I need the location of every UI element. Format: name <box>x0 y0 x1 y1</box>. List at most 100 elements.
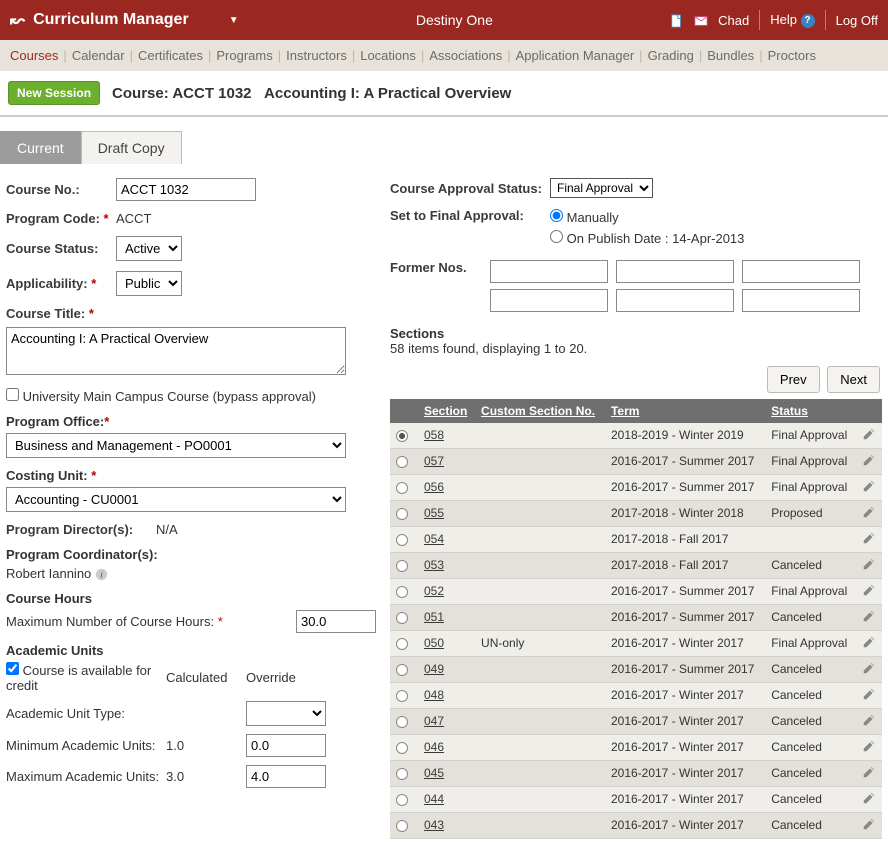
mail-icon[interactable] <box>694 12 708 28</box>
nav-programs[interactable]: Programs <box>216 48 272 63</box>
max-au-override-input[interactable] <box>246 765 326 788</box>
section-link[interactable]: 049 <box>424 662 444 676</box>
row-select-radio[interactable] <box>396 586 408 598</box>
edit-icon[interactable] <box>862 638 876 652</box>
nav-certificates[interactable]: Certificates <box>138 48 203 63</box>
row-select-radio[interactable] <box>396 560 408 572</box>
edit-icon[interactable] <box>862 690 876 704</box>
col-section[interactable]: Section <box>418 399 475 423</box>
former-no-input-3[interactable] <box>742 260 860 283</box>
set-final-manually-radio[interactable] <box>550 209 563 222</box>
au-type-select[interactable] <box>246 701 326 726</box>
row-select-radio[interactable] <box>396 794 408 806</box>
user-name[interactable]: Chad <box>718 13 749 28</box>
row-select-radio[interactable] <box>396 482 408 494</box>
edit-icon[interactable] <box>862 482 876 496</box>
nav-bundles[interactable]: Bundles <box>707 48 754 63</box>
edit-icon[interactable] <box>862 508 876 522</box>
edit-icon[interactable] <box>862 534 876 548</box>
former-no-input-6[interactable] <box>742 289 860 312</box>
former-no-input-5[interactable] <box>616 289 734 312</box>
nav-instructors[interactable]: Instructors <box>286 48 347 63</box>
nav-associations[interactable]: Associations <box>429 48 502 63</box>
costing-unit-select[interactable]: Accounting - CU0001 <box>6 487 346 512</box>
edit-icon[interactable] <box>862 586 876 600</box>
edit-icon[interactable] <box>862 768 876 782</box>
row-select-radio[interactable] <box>396 690 408 702</box>
section-link[interactable]: 045 <box>424 766 444 780</box>
section-link[interactable]: 057 <box>424 454 444 468</box>
row-select-radio[interactable] <box>396 612 408 624</box>
term-cell: 2017-2018 - Winter 2018 <box>605 500 765 526</box>
credit-available-checkbox[interactable] <box>6 662 19 675</box>
applicability-select[interactable]: Public <box>116 271 182 296</box>
section-link[interactable]: 056 <box>424 480 444 494</box>
section-link[interactable]: 054 <box>424 532 444 546</box>
max-hours-input[interactable] <box>296 610 376 633</box>
status-cell: Canceled <box>765 656 856 682</box>
row-select-radio[interactable] <box>396 534 408 546</box>
row-select-radio[interactable] <box>396 430 408 442</box>
row-select-radio[interactable] <box>396 638 408 650</box>
course-form-left: Course No.: Program Code: * ACCT Course … <box>6 178 376 839</box>
section-link[interactable]: 046 <box>424 740 444 754</box>
bypass-approval-checkbox[interactable] <box>6 388 19 401</box>
prev-button[interactable]: Prev <box>767 366 820 393</box>
edit-icon[interactable] <box>862 456 876 470</box>
former-no-input-1[interactable] <box>490 260 608 283</box>
col-status[interactable]: Status <box>765 399 856 423</box>
edit-icon[interactable] <box>862 560 876 574</box>
edit-icon[interactable] <box>862 430 876 444</box>
section-link[interactable]: 044 <box>424 792 444 806</box>
page-icon[interactable] <box>670 12 684 28</box>
tab-draft-copy[interactable]: Draft Copy <box>81 131 182 164</box>
section-link[interactable]: 047 <box>424 714 444 728</box>
course-title-input[interactable]: Accounting I: A Practical Overview <box>6 327 346 375</box>
edit-icon[interactable] <box>862 716 876 730</box>
program-office-select[interactable]: Business and Management - PO0001 <box>6 433 346 458</box>
help-link[interactable]: Help ? <box>770 12 814 28</box>
nav-courses[interactable]: Courses <box>10 48 58 63</box>
row-select-radio[interactable] <box>396 768 408 780</box>
former-no-input-4[interactable] <box>490 289 608 312</box>
section-link[interactable]: 048 <box>424 688 444 702</box>
edit-icon[interactable] <box>862 664 876 678</box>
section-link[interactable]: 050 <box>424 636 444 650</box>
row-select-radio[interactable] <box>396 742 408 754</box>
approval-status-select[interactable]: Final Approval <box>550 178 653 198</box>
nav-locations[interactable]: Locations <box>360 48 416 63</box>
logoff-link[interactable]: Log Off <box>836 13 878 28</box>
nav-calendar[interactable]: Calendar <box>72 48 125 63</box>
nav-divider: | <box>278 48 281 63</box>
set-final-publish-radio[interactable] <box>550 230 563 243</box>
row-select-radio[interactable] <box>396 820 408 832</box>
nav-grading[interactable]: Grading <box>648 48 694 63</box>
edit-icon[interactable] <box>862 794 876 808</box>
tab-current[interactable]: Current <box>0 131 81 164</box>
row-select-radio[interactable] <box>396 664 408 676</box>
min-au-override-input[interactable] <box>246 734 326 757</box>
course-status-select[interactable]: Active <box>116 236 182 261</box>
nav-proctors[interactable]: Proctors <box>768 48 816 63</box>
info-icon[interactable]: i <box>95 566 108 581</box>
former-no-input-2[interactable] <box>616 260 734 283</box>
app-menu-chevron-icon[interactable]: ▼ <box>229 15 239 26</box>
nav-application-manager[interactable]: Application Manager <box>516 48 635 63</box>
row-select-radio[interactable] <box>396 508 408 520</box>
edit-icon[interactable] <box>862 742 876 756</box>
edit-icon[interactable] <box>862 820 876 834</box>
next-button[interactable]: Next <box>827 366 880 393</box>
row-select-radio[interactable] <box>396 456 408 468</box>
edit-icon[interactable] <box>862 612 876 626</box>
section-link[interactable]: 058 <box>424 428 444 442</box>
section-link[interactable]: 053 <box>424 558 444 572</box>
section-link[interactable]: 043 <box>424 818 444 832</box>
col-term[interactable]: Term <box>605 399 765 423</box>
section-link[interactable]: 051 <box>424 610 444 624</box>
row-select-radio[interactable] <box>396 716 408 728</box>
col-custom[interactable]: Custom Section No. <box>475 399 605 423</box>
section-link[interactable]: 052 <box>424 584 444 598</box>
section-link[interactable]: 055 <box>424 506 444 520</box>
new-session-button[interactable]: New Session <box>8 81 100 105</box>
course-no-input[interactable] <box>116 178 256 201</box>
